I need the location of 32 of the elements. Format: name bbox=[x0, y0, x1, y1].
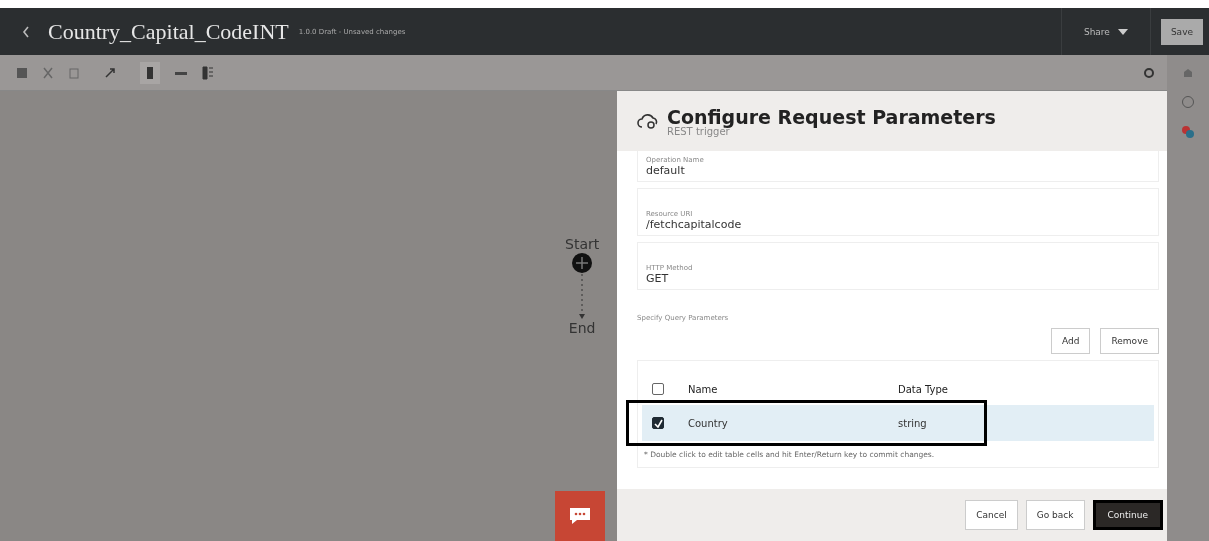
cloud-icon bbox=[637, 111, 659, 131]
expand-icon[interactable] bbox=[104, 66, 116, 79]
connector-arrow bbox=[578, 274, 587, 320]
column-header: Name bbox=[688, 383, 719, 395]
footer-button[interactable]: Go back bbox=[1025, 500, 1085, 530]
field-value: default bbox=[646, 164, 686, 177]
table-cell: string bbox=[898, 417, 927, 429]
field-value: GET bbox=[646, 272, 670, 285]
add-button[interactable]: Add bbox=[1051, 328, 1091, 354]
table-row[interactable]: Country string bbox=[642, 405, 1154, 441]
select-all-checkbox[interactable] bbox=[652, 383, 664, 395]
toolbar-icon[interactable] bbox=[16, 66, 28, 79]
remove-button[interactable]: Remove bbox=[1100, 328, 1159, 354]
field-value: /fetchcapitalcode bbox=[646, 218, 743, 231]
back-icon[interactable] bbox=[22, 25, 30, 38]
chat-icon bbox=[569, 507, 591, 525]
footer-button[interactable]: Cancel bbox=[965, 500, 1018, 530]
save-button[interactable]: Save bbox=[1160, 18, 1203, 45]
integration-title: Country_Capital_CodeINT bbox=[48, 18, 289, 45]
column-header: Data Type bbox=[898, 383, 949, 395]
row-checkbox[interactable] bbox=[652, 417, 664, 429]
end-label: End bbox=[568, 320, 596, 336]
start-label: Start bbox=[565, 236, 600, 252]
footer-button[interactable]: Continue bbox=[1092, 500, 1163, 530]
table-cell-text: Country bbox=[688, 417, 729, 429]
vertical-layout-icon[interactable] bbox=[140, 61, 160, 84]
caret-icon bbox=[1117, 28, 1128, 35]
settings-icon[interactable] bbox=[1143, 66, 1155, 79]
panel-title: Configure Request Parameters bbox=[667, 105, 996, 128]
chat-button[interactable] bbox=[555, 491, 605, 541]
add-node-icon[interactable] bbox=[571, 252, 594, 274]
list-layout-icon[interactable] bbox=[202, 65, 214, 80]
